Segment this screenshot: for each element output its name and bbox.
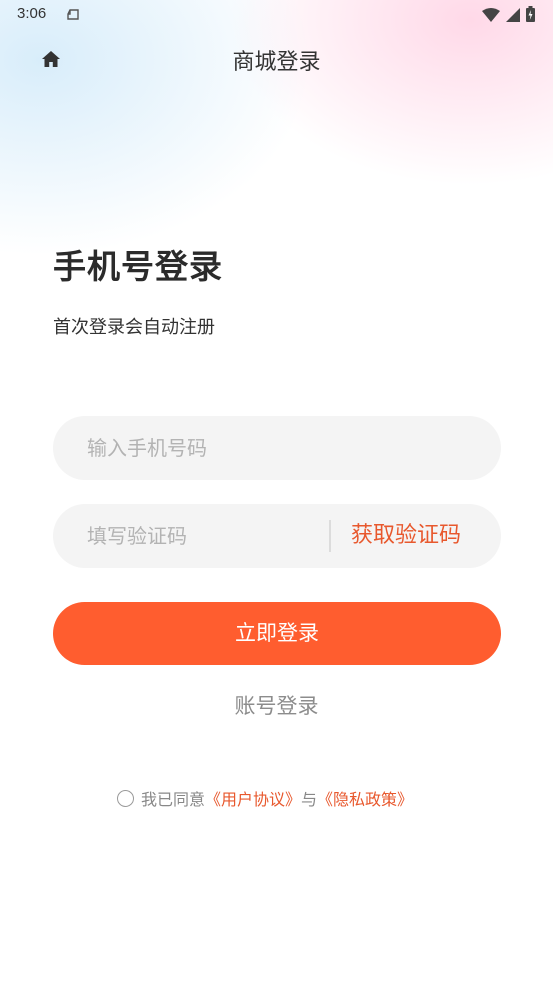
agreement-conjunction: 与 — [301, 790, 318, 809]
status-time: 3:06 — [17, 5, 47, 22]
page-title: 商城登录 — [232, 50, 321, 75]
get-code-button[interactable]: 获取验证码 — [351, 504, 461, 568]
battery-charging-icon — [526, 6, 535, 26]
agreement-checkbox[interactable] — [117, 789, 134, 807]
status-bar: 3:06 — [0, 0, 553, 30]
notification-icon — [66, 7, 80, 26]
code-field-container: 获取验证码 — [53, 504, 501, 568]
phone-field-container — [53, 416, 501, 480]
field-divider — [329, 520, 331, 552]
login-subheading: 首次登录会自动注册 — [53, 317, 215, 338]
login-button[interactable]: 立即登录 — [53, 602, 501, 665]
privacy-policy-link[interactable]: 《隐私政策》 — [317, 786, 413, 810]
agreement-prefix: 我已同意 — [141, 790, 206, 809]
verification-code-input[interactable] — [87, 504, 317, 568]
login-heading: 手机号登录 — [53, 247, 223, 286]
cellular-signal-icon — [506, 7, 520, 26]
user-agreement-link[interactable]: 《用户协议》 — [205, 786, 301, 810]
status-icons — [482, 6, 535, 26]
account-login-link[interactable]: 账号登录 — [0, 690, 553, 720]
phone-input[interactable] — [87, 416, 477, 480]
wifi-icon — [482, 7, 500, 26]
login-form: 手机号登录 首次登录会自动注册 获取验证码 立即登录 账号登录 我已同意 《用户… — [0, 0, 553, 983]
navigation-bar: 商城登录 — [0, 36, 553, 80]
agreement-row: 我已同意 《用户协议》 与 《隐私政策》 — [117, 786, 413, 810]
